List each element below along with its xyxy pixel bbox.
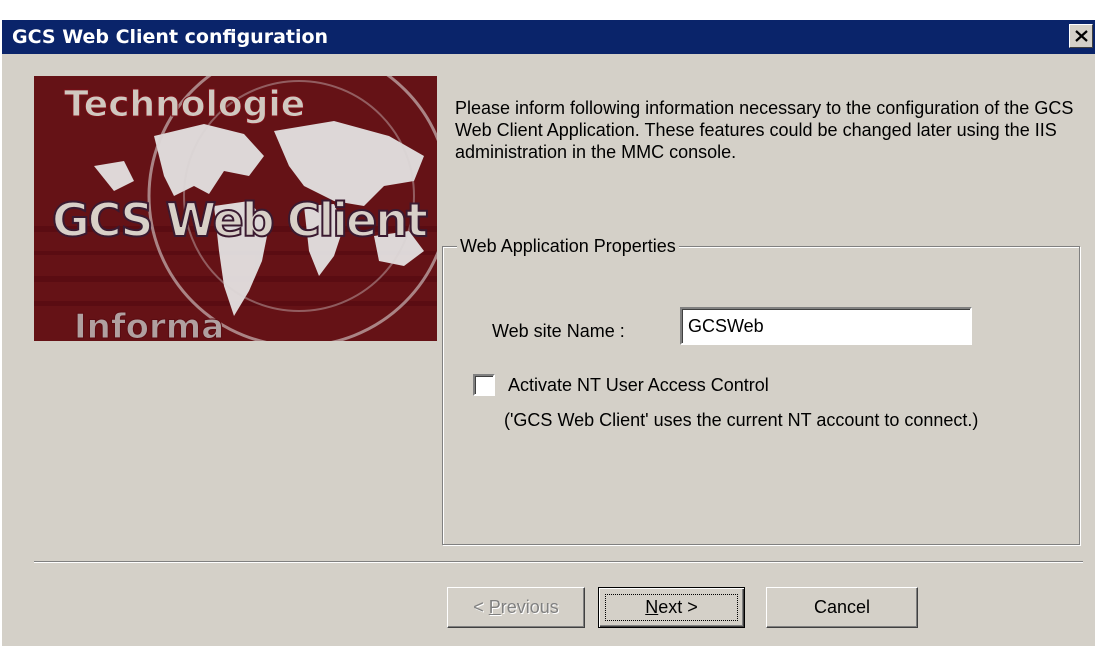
- nt-access-label[interactable]: Activate NT User Access Control: [508, 374, 769, 396]
- group-title: Web Application Properties: [457, 235, 679, 257]
- site-name-label: Web site Name :: [492, 321, 625, 341]
- configuration-dialog: GCS Web Client configuration Technologie…: [0, 20, 1095, 646]
- site-name-input[interactable]: [680, 307, 972, 345]
- previous-button[interactable]: < Previous: [447, 587, 585, 628]
- title-bar[interactable]: GCS Web Client configuration: [2, 20, 1095, 54]
- cancel-button[interactable]: Cancel: [766, 587, 918, 628]
- previous-rest: revious: [500, 597, 559, 617]
- previous-accel: P: [488, 597, 501, 617]
- next-rest: ext >: [658, 597, 698, 617]
- logo-middle-word: GCS Web Client: [52, 193, 427, 247]
- logo-bottom-word: Informa: [74, 307, 224, 341]
- nt-access-checkbox[interactable]: [473, 374, 495, 396]
- close-icon: [1075, 30, 1088, 42]
- intro-text: Please inform following information nece…: [455, 98, 1074, 162]
- separator-highlight: [34, 562, 1083, 563]
- next-accel: N: [645, 597, 659, 617]
- close-button[interactable]: [1069, 24, 1093, 48]
- logo-top-word: Technologie: [64, 84, 305, 125]
- window-title: GCS Web Client configuration: [12, 26, 329, 48]
- previous-prefix: <: [473, 597, 489, 617]
- cancel-label: Cancel: [813, 597, 871, 617]
- gcs-web-client-logo: Technologie GCS Web Client Informa: [34, 76, 437, 341]
- next-button[interactable]: Next >: [598, 587, 745, 628]
- nt-access-note: ('GCS Web Client' uses the current NT ac…: [504, 410, 979, 430]
- web-application-properties-group: Web Application Properties Web site Name…: [442, 235, 1080, 545]
